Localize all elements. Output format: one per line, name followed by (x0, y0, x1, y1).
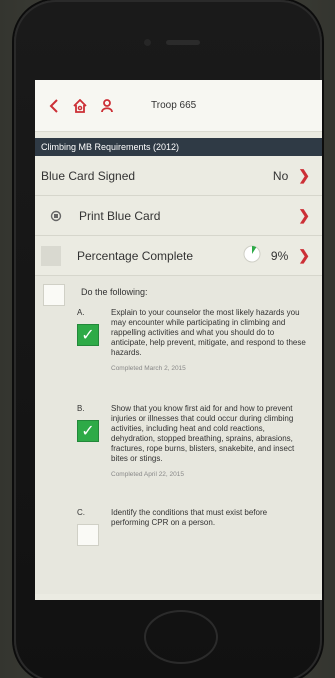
requirement-letter: C. (77, 508, 85, 517)
chevron-right-icon: ❯ (298, 167, 310, 183)
percentage-complete-value: 9% (270, 248, 289, 263)
blue-card-signed-value: No (272, 168, 289, 183)
requirement-text: Explain to your counselor the most likel… (111, 308, 306, 357)
blue-card-signed-row[interactable]: Blue Card Signed No ❯ (35, 156, 322, 196)
back-icon[interactable] (49, 98, 59, 113)
requirement-item: C. Identify the conditions that must exi… (77, 508, 309, 558)
chevron-right-icon: ❯ (298, 247, 310, 263)
requirement-item: A. ✓ Explain to your counselor the most … (77, 308, 309, 418)
camera (144, 39, 151, 46)
requirement-text-block: Show that you know first aid for and how… (111, 404, 307, 480)
requirement-completed-date: Completed March 2, 2015 (111, 365, 186, 372)
requirement-text: Show that you know first aid for and how… (111, 404, 295, 463)
requirements-checkbox[interactable] (43, 284, 65, 306)
print-blue-card-row[interactable]: Print Blue Card ❯ (35, 196, 322, 236)
app-screen: Troop 665 Climbing MB Requirements (2012… (35, 80, 322, 600)
navbar: Troop 665 (35, 80, 322, 132)
progress-pie-icon (243, 245, 261, 266)
chevron-right-icon: ❯ (298, 207, 310, 223)
requirement-text-block: Explain to your counselor the most likel… (111, 308, 307, 374)
print-blue-card-label: Print Blue Card (79, 208, 161, 223)
phone-frame: Troop 665 Climbing MB Requirements (2012… (14, 0, 322, 678)
home-button[interactable] (144, 610, 218, 664)
printer-icon (41, 210, 71, 222)
requirements-panel: Do the following: A. ✓ Explain to your c… (35, 276, 322, 594)
requirement-text-block: Identify the conditions that must exist … (111, 508, 307, 528)
requirement-checkbox[interactable]: ✓ (77, 324, 99, 346)
percentage-complete-label: Percentage Complete (77, 248, 194, 263)
blue-card-signed-label: Blue Card Signed (41, 168, 136, 183)
requirement-checkbox[interactable]: ✓ (77, 420, 99, 442)
requirement-checkbox[interactable] (77, 524, 99, 546)
percentage-placeholder (41, 245, 61, 266)
home-icon[interactable] (73, 98, 87, 113)
nav-title: Troop 665 (151, 100, 197, 111)
requirement-text: Identify the conditions that must exist … (111, 508, 268, 527)
requirements-intro: Do the following: (81, 287, 148, 297)
percentage-complete-row[interactable]: Percentage Complete 9% ❯ (35, 236, 322, 276)
requirement-item: B. ✓ Show that you know first aid for an… (77, 404, 309, 514)
requirement-completed-date: Completed April 22, 2015 (111, 471, 184, 478)
requirement-letter: A. (77, 308, 85, 317)
section-header: Climbing MB Requirements (2012) (35, 138, 322, 156)
user-icon[interactable] (101, 98, 113, 113)
speaker (166, 40, 200, 45)
requirement-letter: B. (77, 404, 85, 413)
